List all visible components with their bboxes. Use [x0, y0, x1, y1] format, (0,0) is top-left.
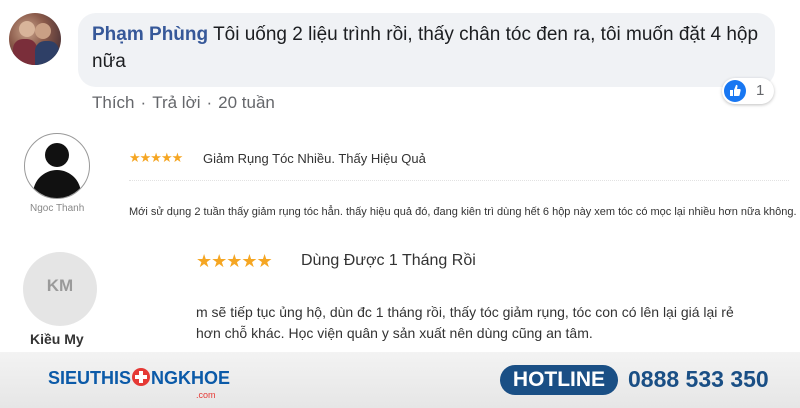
reaction-count-badge[interactable]: 1: [722, 78, 774, 104]
avatar-initials: KM: [46, 276, 74, 295]
facebook-comment: Phạm Phùng Tôi uống 2 liệu trình rồi, th…: [0, 0, 800, 125]
review-title: Giảm Rụng Tóc Nhiều. Thấy Hiệu Quả: [203, 151, 426, 166]
review-body: m sẽ tiếp tục ủng hộ, dùn đc 1 tháng rồi…: [196, 304, 734, 341]
comment-bubble: Phạm Phùng Tôi uống 2 liệu trình rồi, th…: [78, 13, 775, 87]
like-link[interactable]: Thích: [92, 93, 135, 112]
commenter-avatar[interactable]: [9, 13, 61, 65]
star-rating: ★★★★★: [129, 150, 183, 165]
reviewer-name: Kiều My: [30, 331, 84, 347]
logo-domain: .com: [196, 390, 216, 400]
comment-actions: Thích · Trả lời · 20 tuần: [92, 93, 275, 112]
medical-cross-icon: [132, 368, 151, 386]
reaction-count: 1: [756, 82, 765, 99]
default-user-avatar: [24, 133, 90, 199]
hotline-phone-number[interactable]: 0888 533 350: [628, 366, 769, 393]
reviewer-name: Ngoc Thanh: [30, 203, 85, 214]
commenter-name[interactable]: Phạm Phùng: [92, 24, 208, 45]
logo-text-left: SIEUTHIS: [48, 368, 132, 388]
thumbs-up-icon: [724, 80, 746, 102]
footer-banner: SIEUTHIS NGKHOE .com HOTLINE 0888 533 350: [0, 352, 800, 408]
hotline-badge[interactable]: HOTLINE: [500, 365, 618, 395]
review-body: Mới sử dụng 2 tuần thấy giảm rụng tóc hẳ…: [129, 206, 797, 218]
divider: [129, 180, 789, 182]
hotline-label: HOTLINE: [512, 368, 606, 391]
reply-link[interactable]: Trả lời: [152, 93, 200, 112]
site-logo[interactable]: SIEUTHIS NGKHOE: [48, 368, 230, 389]
star-rating: ★★★★★: [196, 251, 273, 271]
initials-avatar: KM: [23, 252, 97, 326]
review-title: Dùng Được 1 Tháng Rồi: [301, 252, 476, 269]
logo-text-right: NGKHOE: [151, 368, 231, 388]
comment-timestamp[interactable]: 20 tuần: [218, 93, 275, 112]
